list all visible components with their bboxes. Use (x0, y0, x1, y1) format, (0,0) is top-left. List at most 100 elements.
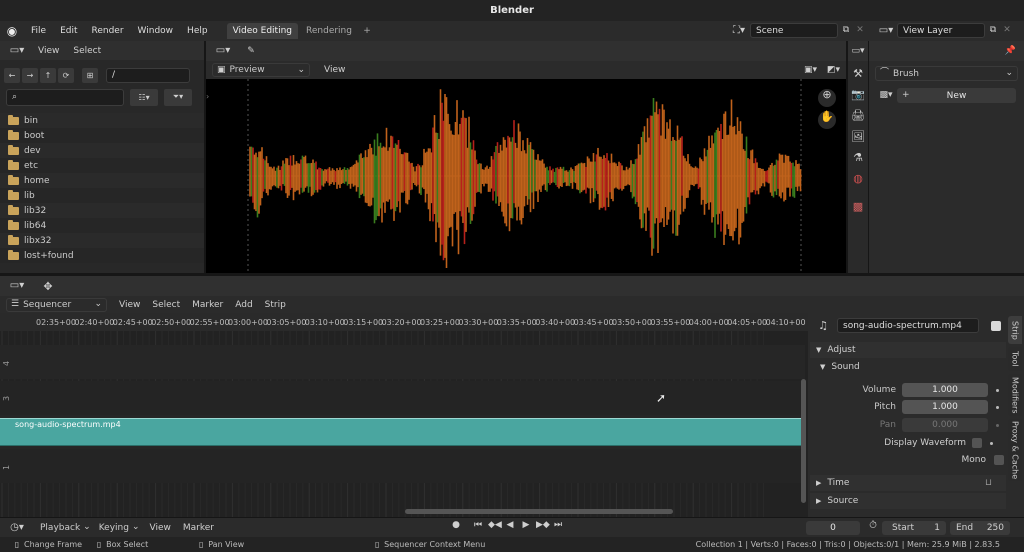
duplicate-scene-icon[interactable]: ⧉ (838, 26, 854, 35)
hand-pan-icon[interactable]: ✋ (818, 111, 836, 129)
forward-icon[interactable]: → (22, 67, 38, 83)
scene-props-icon[interactable]: ⚗ (849, 148, 867, 166)
scene-selector[interactable]: ⛶▾ Scene ⧉ ✕ (728, 23, 866, 38)
horizontal-scrollbar[interactable] (405, 509, 673, 514)
channel-4[interactable]: 4 (0, 345, 805, 379)
duplicate-view-layer-icon[interactable]: ⧉ (985, 26, 1001, 35)
side-tab-modifiers[interactable]: Modifiers (1008, 374, 1022, 416)
time-panel-header[interactable]: ▶ Time ⊔ (810, 475, 1006, 491)
tool-settings-icon[interactable]: ⚒ (849, 64, 867, 82)
lock-icon[interactable]: ⊔ (985, 478, 992, 488)
file-list-item[interactable]: boot (0, 128, 204, 143)
sequencer-view-dropdown[interactable]: ☰ Sequencer ⌄ (6, 297, 107, 312)
sequencer-editor-type-icon[interactable]: ▭▾ (6, 281, 28, 291)
render-icon[interactable]: 📷 (849, 85, 867, 103)
remove-scene-icon[interactable]: ✕ (854, 26, 866, 35)
new-folder-icon[interactable]: ⊞ (82, 67, 98, 83)
preview-mode-dropdown[interactable]: ▣ Preview ⌄ (212, 63, 310, 77)
blender-logo-icon[interactable]: ◉ (0, 25, 24, 37)
side-tab-proxy-cache[interactable]: Proxy & Cache (1008, 419, 1022, 481)
file-list-item[interactable]: lib32 (0, 203, 204, 218)
next-keyframe-icon[interactable]: ▶◆ (536, 521, 550, 530)
properties-editor-type-icon[interactable]: ▭▾ (849, 42, 867, 60)
stopwatch-icon[interactable]: ⏱ (866, 521, 880, 531)
file-list-item[interactable]: lost+found (0, 248, 204, 263)
sequencer-timeline[interactable]: 02:35+00 02:40+00 02:45+00 02:50+00 02:55+00… (0, 313, 808, 517)
file-list-item[interactable]: dev (0, 143, 204, 158)
view-layer-selector[interactable]: ▭▾ View Layer ⧉ ✕ (875, 23, 1013, 38)
timeline-editor-type-icon[interactable]: ◷▾ (6, 522, 28, 533)
channel-1[interactable]: 1 (0, 449, 805, 483)
overlay-icon[interactable]: ▣▾ (804, 65, 817, 75)
path-field[interactable]: / (106, 67, 190, 83)
output-icon[interactable]: 🖨 (849, 106, 867, 124)
refresh-icon[interactable]: ⟳ (58, 67, 74, 83)
new-brush-button[interactable]: + New (897, 88, 1016, 103)
tab-video-editing[interactable]: Video Editing (226, 23, 299, 39)
file-list-item[interactable]: home (0, 173, 204, 188)
channel-3[interactable]: 3 (0, 381, 805, 415)
pitch-field[interactable]: 1.000 (902, 400, 988, 414)
texture-icon[interactable]: ▩ (849, 197, 867, 215)
preview-menu-view[interactable]: View (310, 65, 359, 75)
vertical-scrollbar[interactable] (801, 379, 806, 503)
seq-menu-select[interactable]: Select (146, 300, 186, 310)
side-tab-strip[interactable]: Strip (1008, 316, 1022, 344)
seq-menu-add[interactable]: Add (229, 300, 258, 310)
keyframe-icon[interactable] (996, 388, 999, 392)
fb-menu-view[interactable]: View (28, 46, 69, 56)
seq-menu-marker[interactable]: Marker (186, 300, 229, 310)
mono-checkbox[interactable] (994, 455, 1004, 465)
expand-toolbar-icon[interactable]: › (206, 92, 209, 101)
menu-edit[interactable]: Edit (53, 26, 84, 36)
prev-keyframe-icon[interactable]: ◆◀ (488, 521, 502, 530)
display-mode-icon[interactable]: ☷▾ (130, 88, 158, 106)
display-channels-icon[interactable]: ◩▾ (827, 65, 840, 75)
view-layer-field[interactable]: View Layer (897, 23, 985, 38)
strip-name-field[interactable]: song-audio-spectrum.mp4 (837, 318, 979, 333)
editor-type-icon[interactable]: ▭▾ (6, 45, 28, 56)
jump-end-icon[interactable]: ⏭ (552, 521, 564, 530)
source-panel-header[interactable]: ▶ Source (810, 493, 1006, 509)
keying-menu[interactable]: Keying ⌄ (95, 521, 144, 535)
record-icon[interactable]: ● (450, 521, 462, 530)
file-search-input[interactable]: ⌕ (6, 88, 124, 106)
pin-icon[interactable]: 📌 (1005, 46, 1016, 56)
scene-name-field[interactable]: Scene (750, 23, 838, 38)
file-list-item[interactable]: lib64 (0, 218, 204, 233)
transform-tool-icon[interactable]: ✥ (38, 281, 58, 292)
sound-subpanel-header[interactable]: ▼ Sound (820, 362, 860, 372)
menu-file[interactable]: File (24, 26, 53, 36)
keyframe-icon[interactable] (996, 405, 999, 409)
seq-menu-strip[interactable]: Strip (259, 300, 292, 310)
file-list-item[interactable]: libx32 (0, 233, 204, 248)
adjust-panel-header[interactable]: ▼ Adjust (810, 342, 1006, 358)
back-icon[interactable]: ← (4, 67, 20, 83)
strip-mute-checkbox[interactable] (991, 320, 1001, 331)
start-frame-field[interactable]: Start 1 (882, 521, 946, 535)
file-list-item[interactable]: bin (0, 113, 204, 128)
remove-view-layer-icon[interactable]: ✕ (1001, 26, 1013, 35)
preview-editor-type-icon[interactable]: ▭▾ (212, 46, 234, 56)
audio-strip[interactable]: song-audio-spectrum.mp4 (0, 418, 801, 446)
play-icon[interactable]: ▶ (520, 521, 532, 530)
parent-dir-icon[interactable]: ↑ (40, 67, 56, 83)
brush-dropdown[interactable]: ⌒ Brush ⌄ (875, 66, 1018, 81)
add-workspace-icon[interactable]: + (360, 26, 374, 36)
menu-window[interactable]: Window (131, 26, 181, 36)
fb-menu-select[interactable]: Select (69, 46, 105, 56)
zoom-icon[interactable]: ⊕ (818, 89, 836, 107)
side-tab-tool[interactable]: Tool (1008, 347, 1022, 371)
seq-menu-view[interactable]: View (107, 300, 146, 310)
playback-menu[interactable]: Playback ⌄ (36, 521, 95, 535)
view-layer-props-icon[interactable]: 🖼 (849, 127, 867, 145)
timeline-menu-marker[interactable]: Marker (177, 523, 220, 533)
tab-rendering[interactable]: Rendering (300, 23, 358, 39)
keyframe-icon[interactable] (990, 441, 993, 445)
filter-icon[interactable]: ⏷▾ (164, 88, 192, 106)
brush-texture-icon[interactable]: ▩▾ (875, 91, 897, 100)
play-reverse-icon[interactable]: ◀ (504, 521, 516, 530)
world-icon[interactable]: ◍ (849, 169, 867, 187)
end-frame-field[interactable]: End 250 (950, 521, 1010, 535)
file-list-item[interactable]: etc (0, 158, 204, 173)
